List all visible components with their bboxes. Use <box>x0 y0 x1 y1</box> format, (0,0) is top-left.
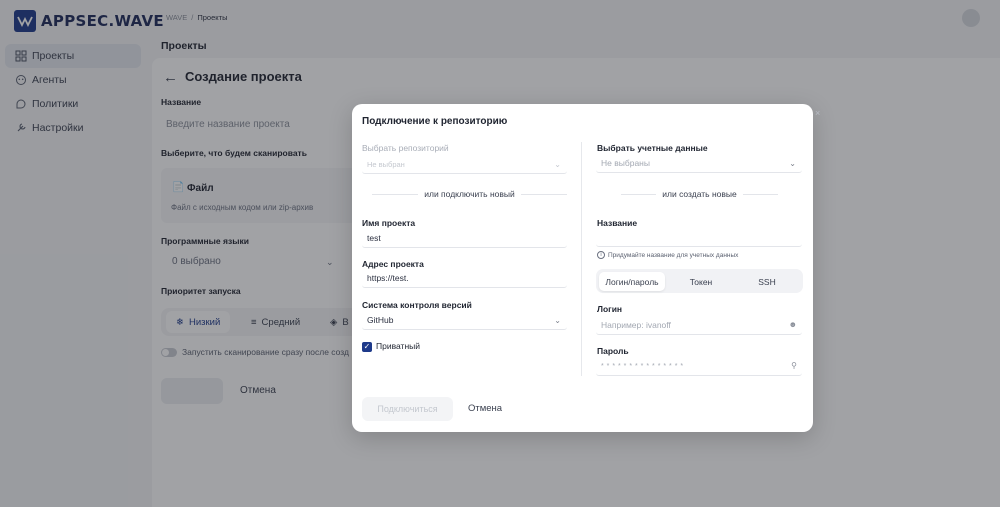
tab-login-password[interactable]: Логин/пароль <box>599 272 665 291</box>
project-name-input[interactable]: test <box>362 229 567 248</box>
cred-name-input[interactable] <box>596 228 802 247</box>
auth-type-tabs: Логин/пароль Токен SSH <box>596 269 803 293</box>
connect-button[interactable]: Подключиться <box>362 397 453 421</box>
password-mask: * * * * * * * * * * * * * * * <box>601 362 684 370</box>
info-icon: i <box>597 251 605 259</box>
project-name-label: Имя проекта <box>362 218 416 228</box>
private-checkbox[interactable]: ✓ <box>362 342 372 352</box>
chevron-down-icon: ⌄ <box>554 316 561 325</box>
tab-ssh[interactable]: SSH <box>734 272 800 291</box>
vcs-select[interactable]: GitHub ⌄ <box>362 311 567 330</box>
divider-line <box>520 193 568 195</box>
login-placeholder: Например: ivanoff <box>601 320 671 330</box>
repo-placeholder: Не выбран <box>367 159 405 169</box>
project-name-value: test <box>367 233 381 243</box>
divider-line <box>621 193 657 195</box>
repo-label: Выбрать репозиторий <box>362 143 449 153</box>
project-url-label: Адрес проекта <box>362 259 424 269</box>
hint-text: Придумайте название для учетных данных <box>608 251 739 259</box>
project-url-input[interactable]: https://test. <box>362 269 567 288</box>
chevron-down-icon: ⌄ <box>789 159 796 168</box>
login-input[interactable]: Например: ivanoff ☻ <box>596 316 802 335</box>
creds-placeholder: Не выбраны <box>601 158 650 168</box>
modal-title: Подключение к репозиторию <box>362 116 508 127</box>
divider-line <box>372 193 419 195</box>
password-input[interactable]: * * * * * * * * * * * * * * * ⚲ <box>596 357 802 376</box>
private-label: Приватный <box>376 341 420 351</box>
or-create-row: или создать новые <box>621 188 778 200</box>
or-create-text: или создать новые <box>662 189 737 199</box>
login-label: Логин <box>597 304 623 314</box>
password-label: Пароль <box>597 346 629 356</box>
or-connect-row: или подключить новый <box>372 188 568 200</box>
cred-name-hint: i Придумайте название для учетных данных <box>597 251 738 259</box>
project-url-value: https://test. <box>367 273 409 283</box>
user-icon: ☻ <box>788 320 797 329</box>
key-icon[interactable]: ⚲ <box>791 361 797 370</box>
vcs-value: GitHub <box>367 315 394 325</box>
vcs-label: Система контроля версий <box>362 300 472 310</box>
cred-name-label: Название <box>597 218 638 228</box>
close-icon[interactable]: × <box>815 108 820 118</box>
modal-divider <box>581 142 582 376</box>
creds-select[interactable]: Не выбраны ⌄ <box>596 154 802 173</box>
chevron-down-icon: ⌄ <box>554 160 561 169</box>
tab-token[interactable]: Токен <box>668 272 734 291</box>
creds-label: Выбрать учетные данные <box>597 143 708 153</box>
repo-connect-modal: Подключение к репозиторию Выбрать репози… <box>352 104 813 432</box>
repo-select[interactable]: Не выбран ⌄ <box>362 155 567 174</box>
modal-cancel-button[interactable]: Отмена <box>468 403 502 414</box>
or-connect-text: или подключить новый <box>424 189 515 199</box>
divider-line <box>742 193 778 195</box>
